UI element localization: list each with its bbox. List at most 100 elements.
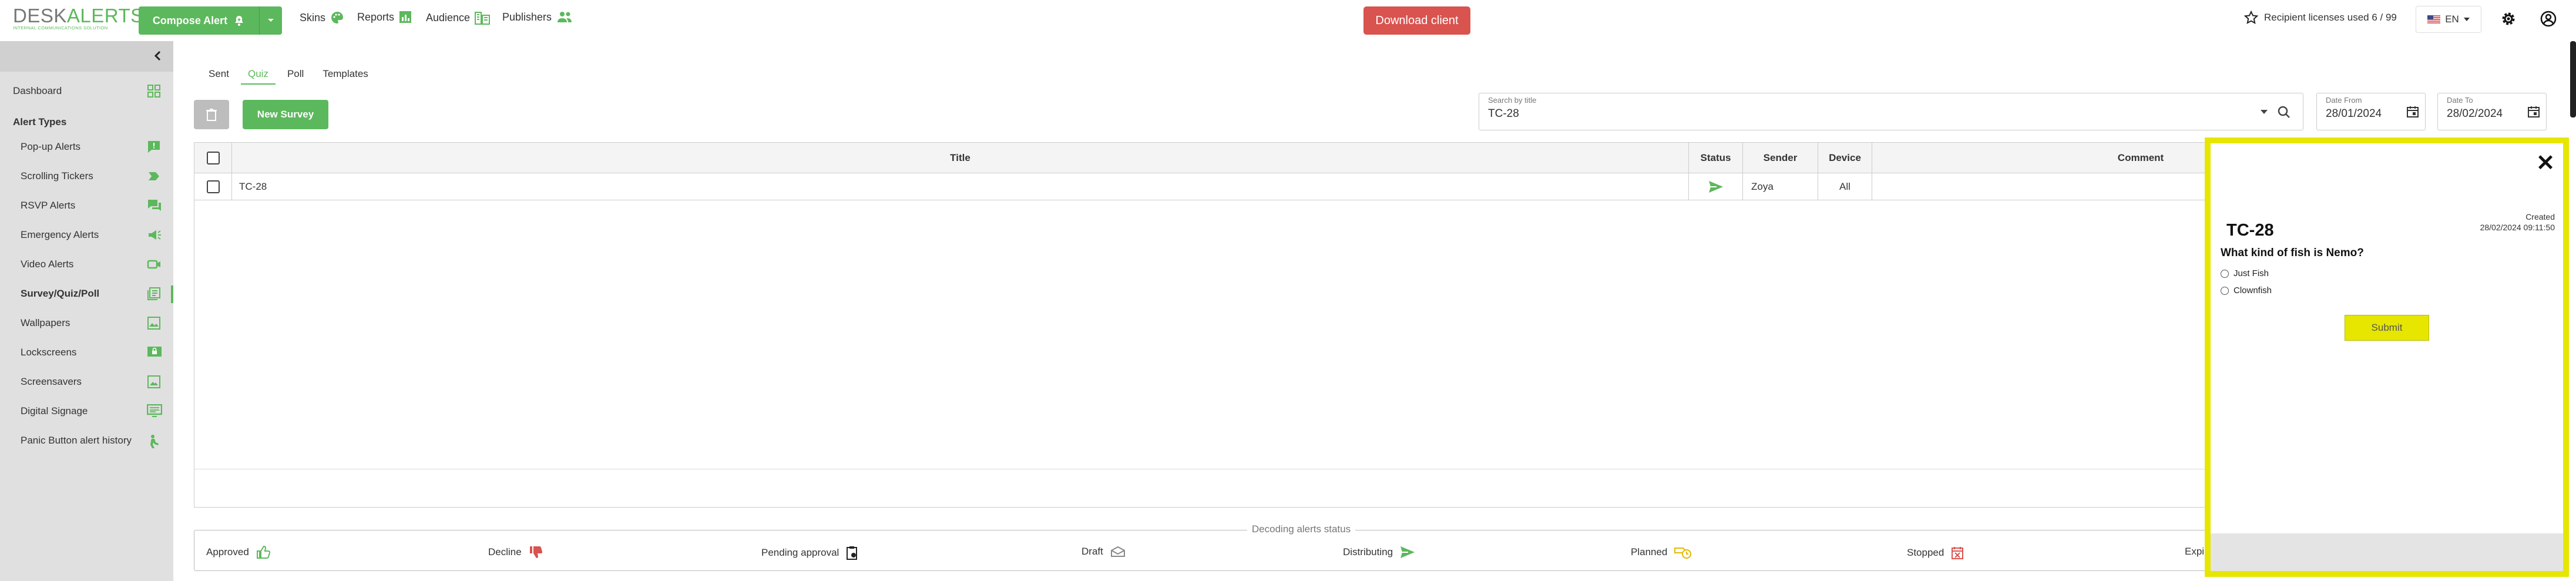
column-header-title[interactable]: Title	[232, 143, 1689, 173]
sidebar-item-label: Wallpapers	[21, 317, 70, 328]
date-from-label: Date From	[2326, 96, 2362, 105]
nav-reports[interactable]: Reports	[357, 11, 412, 23]
date-from-input[interactable]: 28/01/2024	[2326, 108, 2382, 120]
nav-audience[interactable]: Audience	[426, 11, 491, 25]
download-client-button[interactable]: Download client	[1363, 6, 1470, 35]
legend-decline: Decline	[488, 546, 543, 559]
quiz-option[interactable]: Clownfish	[2221, 286, 2272, 295]
date-from-field[interactable]: Date From 28/01/2024	[2316, 93, 2426, 130]
table-cell-title[interactable]: TC-28	[232, 173, 1689, 200]
sidebar-item-label: RSVP Alerts	[21, 200, 76, 211]
legend-stopped: Stopped	[1907, 546, 1964, 560]
legend-label: Approved	[206, 546, 249, 558]
settings-gear-icon[interactable]	[2500, 11, 2517, 27]
submit-button[interactable]: Submit	[2345, 315, 2429, 341]
calendar-icon[interactable]	[2406, 105, 2419, 118]
chevron-down-icon	[268, 19, 274, 22]
sidebar-item-label: Video Alerts	[21, 258, 74, 270]
language-selector[interactable]: EN	[2416, 6, 2481, 33]
sidebar-item-wallpapers[interactable]: Wallpapers	[0, 311, 173, 335]
legend-label: Planned	[1631, 546, 1668, 558]
nav-audience-label: Audience	[426, 11, 471, 23]
radio-button[interactable]	[2221, 269, 2229, 278]
tab-templates[interactable]: Templates	[315, 65, 375, 85]
sidebar-item-emergency-alerts[interactable]: Emergency Alerts	[0, 223, 173, 247]
tab-quiz[interactable]: Quiz	[240, 65, 276, 85]
column-header-sender[interactable]: Sender	[1743, 143, 1818, 173]
quiz-option-label: Clownfish	[2234, 286, 2272, 295]
search-icon[interactable]	[2277, 105, 2291, 119]
alert-types-heading: Alert Types	[13, 116, 67, 127]
popup-icon	[147, 140, 161, 154]
emergency-icon	[147, 228, 162, 242]
send-icon	[1708, 180, 1723, 193]
sidebar-item-video-alerts[interactable]: Video Alerts	[0, 253, 173, 276]
planned-icon	[1674, 548, 1692, 559]
column-header-device[interactable]: Device	[1818, 143, 1872, 173]
column-header-status[interactable]: Status	[1689, 143, 1743, 173]
legend-label: Expi	[2185, 546, 2205, 557]
search-by-title-field[interactable]: Search by title TC-28	[1479, 93, 2303, 130]
submit-label: Submit	[2371, 322, 2403, 333]
sidebar-item-lockscreens[interactable]: Lockscreens	[0, 341, 173, 364]
preview-title: TC-28	[2226, 221, 2274, 240]
sidebar-item-survey-quiz-poll[interactable]: Survey/Quiz/Poll	[0, 282, 173, 305]
user-account-icon[interactable]	[2540, 11, 2557, 27]
sidebar-item-label: Screensavers	[21, 376, 82, 387]
sidebar-item-dashboard[interactable]: Dashboard	[0, 79, 173, 103]
surveys-table: Title Status Sender Device Comment TC-28…	[194, 142, 2409, 508]
language-label: EN	[2445, 14, 2459, 25]
nav-skins[interactable]: Skins	[300, 11, 344, 25]
search-dropdown-icon[interactable]	[2261, 110, 2268, 115]
nav-publishers[interactable]: Publishers	[502, 11, 573, 23]
select-all-checkbox[interactable]	[206, 151, 220, 164]
sidebar-item-label: Digital Signage	[21, 405, 88, 417]
page-scrollbar[interactable]	[2570, 41, 2576, 117]
video-icon	[147, 257, 162, 271]
delete-button[interactable]	[194, 100, 229, 129]
people-icon	[557, 12, 572, 22]
created-label: Created	[2525, 212, 2555, 221]
chevron-left-icon[interactable]	[153, 51, 162, 61]
compose-dropdown-toggle[interactable]	[260, 6, 282, 35]
logo[interactable]: DESKALERTS INTERNAL COMMUNICATIONS SOLUT…	[13, 6, 143, 31]
sidebar-item-scrolling-tickers[interactable]: Scrolling Tickers	[0, 164, 173, 188]
quiz-question: What kind of fish is Nemo?	[2221, 247, 2364, 259]
legend-draft: Draft	[1082, 546, 1126, 558]
status-legend-title: Decoding alerts status	[1247, 523, 1356, 535]
sidebar-item-screensavers[interactable]: Screensavers	[0, 370, 173, 394]
legend-label: Decline	[488, 546, 522, 558]
quiz-option[interactable]: Just Fish	[2221, 268, 2269, 278]
search-input[interactable]: TC-28	[1488, 108, 1519, 120]
stopped-icon	[1952, 547, 1964, 559]
licenses-indicator[interactable]: Recipient licenses used 6 / 99	[2244, 11, 2397, 25]
palette-icon	[331, 12, 344, 23]
sidebar-item-digital-signage[interactable]: Digital Signage	[0, 399, 173, 423]
date-to-label: Date To	[2447, 96, 2473, 105]
star-icon	[2244, 11, 2258, 25]
download-client-label: Download client	[1375, 14, 1459, 27]
us-flag-icon	[2427, 15, 2441, 23]
sidebar-item-rsvp-alerts[interactable]: RSVP Alerts	[0, 194, 173, 217]
legend-distributing: Distributing	[1343, 546, 1415, 559]
ticker-icon	[147, 169, 161, 183]
sidebar-item-popup-alerts[interactable]: Pop-up Alerts	[0, 135, 173, 159]
radio-button[interactable]	[2221, 286, 2229, 295]
sidebar-item-panic-button-history[interactable]: Panic Button alert history	[0, 429, 173, 452]
new-survey-button[interactable]: New Survey	[243, 100, 328, 129]
lockscreen-icon	[147, 345, 162, 358]
close-icon[interactable]: ✕	[2536, 152, 2555, 174]
date-to-input[interactable]: 28/02/2024	[2447, 108, 2503, 120]
wallpaper-icon	[147, 316, 161, 330]
compose-alert-button[interactable]: Compose Alert	[139, 6, 282, 35]
quiz-preview-panel: ✕ Created 28/02/2024 09:11:50 TC-28 What…	[2205, 137, 2569, 577]
tab-sent[interactable]: Sent	[201, 65, 236, 85]
panic-icon	[147, 434, 161, 449]
date-to-field[interactable]: Date To 28/02/2024	[2437, 93, 2547, 130]
calendar-icon[interactable]	[2527, 105, 2540, 118]
row-checkbox[interactable]	[206, 180, 220, 193]
tab-poll[interactable]: Poll	[280, 65, 311, 85]
trash-icon	[206, 109, 217, 121]
sidebar-item-label: Pop-up Alerts	[21, 141, 81, 152]
dashboard-icon	[147, 84, 161, 98]
